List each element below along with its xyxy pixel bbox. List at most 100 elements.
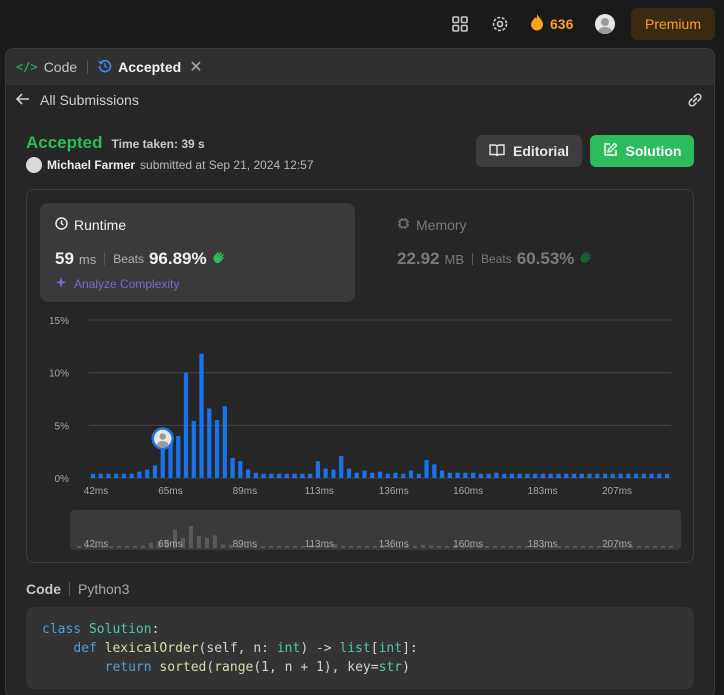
chart-bar[interactable]	[354, 472, 359, 478]
chart-bar[interactable]	[548, 473, 553, 478]
chart-bar[interactable]	[556, 473, 561, 478]
chart-bar[interactable]	[502, 473, 507, 478]
chart-bar[interactable]	[346, 468, 352, 478]
chart-bar[interactable]	[649, 473, 654, 478]
chart-bar[interactable]	[618, 473, 623, 478]
chart-bar[interactable]	[416, 473, 421, 478]
chart-bar[interactable]	[540, 473, 546, 478]
brush-tick-label: 136ms	[379, 539, 409, 550]
chart-bar[interactable]	[455, 472, 460, 478]
chart-bar[interactable]	[284, 473, 290, 478]
chart-bar[interactable]	[664, 473, 670, 478]
chart-bar[interactable]	[525, 473, 530, 478]
analyze-complexity-link[interactable]: Analyze Complexity	[55, 276, 179, 292]
chart-bar[interactable]	[626, 473, 631, 478]
gear-icon[interactable]	[490, 14, 510, 34]
your-runtime-marker[interactable]	[151, 427, 174, 450]
chart-bar[interactable]	[377, 471, 383, 478]
link-icon[interactable]	[686, 92, 704, 111]
chart-bar[interactable]	[424, 460, 429, 478]
solution-button[interactable]: Solution	[590, 135, 694, 167]
chart-bar[interactable]	[315, 461, 321, 478]
chart-bar[interactable]	[121, 473, 127, 478]
chart-bar[interactable]	[494, 472, 499, 478]
chart-bar[interactable]	[183, 372, 189, 478]
chart-bar[interactable]	[610, 473, 615, 478]
runtime-distribution-chart[interactable]: 15% 10% 5% 0% 42ms 65ms 89ms 113ms 136ms 160ms 18…	[27, 310, 693, 560]
user-avatar[interactable]	[595, 14, 615, 34]
chart-bar[interactable]	[470, 472, 476, 478]
chart-bar[interactable]	[463, 472, 468, 478]
chart-bar[interactable]	[199, 353, 204, 478]
user-name[interactable]: Michael Farmer	[47, 158, 135, 172]
chart-bar[interactable]	[595, 473, 600, 478]
chart-bar[interactable]	[230, 457, 235, 478]
chart-bar[interactable]	[447, 472, 452, 478]
chart-bar[interactable]	[106, 473, 111, 478]
chart-bar[interactable]	[478, 473, 484, 478]
tab-accepted[interactable]: Accepted ✕	[98, 57, 203, 77]
chart-bar[interactable]	[98, 473, 103, 478]
chart-bar[interactable]	[137, 471, 142, 478]
runtime-card[interactable]: Runtime 59 ms Beats 96.89% Analyze Compl…	[40, 203, 355, 302]
chart-bar[interactable]	[129, 473, 134, 478]
close-icon[interactable]: ✕	[189, 57, 202, 77]
editorial-button[interactable]: Editorial	[476, 135, 582, 167]
chart-bar[interactable]	[602, 473, 608, 478]
chart-bar[interactable]	[517, 473, 522, 478]
chart-bar[interactable]	[114, 473, 119, 478]
chart-bar[interactable]	[571, 473, 577, 478]
chart-bar[interactable]	[238, 461, 243, 478]
chart-bar[interactable]	[439, 470, 445, 478]
chart-bar[interactable]	[176, 435, 181, 478]
back-nav[interactable]: All Submissions	[6, 85, 714, 115]
memory-card[interactable]: Memory 22.92 MB Beats 60.53%	[382, 203, 682, 302]
chart-bar[interactable]	[207, 408, 212, 478]
tab-code[interactable]: </> Code	[16, 59, 77, 75]
chart-bar[interactable]	[276, 473, 282, 478]
arrow-left-icon[interactable]	[15, 92, 30, 108]
chart-bar[interactable]	[393, 472, 398, 478]
chart-bar[interactable]	[533, 473, 538, 478]
mini-bar	[341, 546, 345, 548]
chart-bar[interactable]	[300, 473, 305, 478]
code-block[interactable]: class Solution: def lexicalOrder(self, n…	[26, 607, 694, 689]
chart-bar[interactable]	[152, 465, 158, 478]
streak-counter[interactable]: 636	[530, 13, 573, 34]
chart-bar[interactable]	[145, 469, 150, 478]
chart-bar[interactable]	[370, 472, 375, 478]
chart-bar[interactable]	[408, 470, 414, 478]
chart-bar[interactable]	[579, 473, 584, 478]
chart-bar[interactable]	[261, 473, 266, 478]
premium-button[interactable]: Premium	[631, 8, 715, 40]
all-submissions-link[interactable]: All Submissions	[40, 92, 139, 108]
chart-bar[interactable]	[253, 472, 258, 478]
chart-bar[interactable]	[633, 473, 639, 478]
chart-bar[interactable]	[160, 448, 165, 478]
chart-bar[interactable]	[509, 473, 515, 478]
chart-bar[interactable]	[292, 473, 297, 478]
runtime-beats-label: Beats	[113, 252, 144, 266]
chart-bar[interactable]	[362, 470, 367, 478]
chart-bar[interactable]	[191, 421, 196, 478]
chart-bar[interactable]	[385, 473, 390, 478]
chart-bar[interactable]	[222, 406, 227, 478]
chart-bar[interactable]	[401, 473, 406, 478]
chart-bar[interactable]	[641, 473, 646, 478]
chart-bar[interactable]	[90, 473, 96, 478]
tab-code-label: Code	[43, 59, 78, 75]
chart-bar[interactable]	[587, 473, 592, 478]
chart-bar[interactable]	[245, 469, 251, 478]
chart-bar[interactable]	[339, 455, 344, 478]
chart-bar[interactable]	[432, 464, 437, 478]
chart-bar[interactable]	[269, 473, 274, 478]
chart-bar[interactable]	[657, 473, 662, 478]
chart-bar[interactable]	[331, 469, 336, 478]
chart-bar[interactable]	[323, 468, 328, 478]
chart-bar[interactable]	[214, 420, 220, 478]
apps-grid-icon[interactable]	[450, 14, 470, 34]
avatar[interactable]	[26, 157, 42, 173]
chart-bar[interactable]	[564, 473, 569, 478]
chart-bar[interactable]	[308, 473, 313, 478]
chart-bar[interactable]	[486, 473, 491, 478]
